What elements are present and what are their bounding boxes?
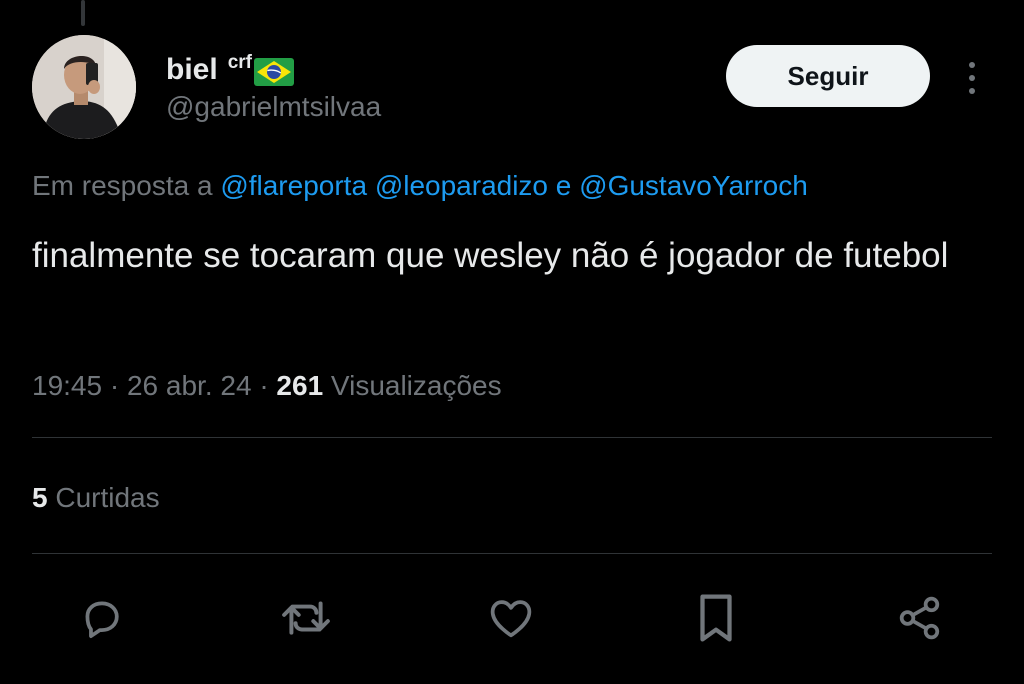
reply-button[interactable] (72, 588, 132, 648)
reply-context: Em resposta a @flareporta @leoparadizo e… (32, 168, 808, 204)
tweet-time[interactable]: 19:45 (32, 370, 102, 401)
more-vertical-icon (969, 62, 975, 94)
likes-label: Curtidas (55, 482, 160, 513)
likes-count: 5 (32, 482, 48, 513)
meta-separator: · (259, 370, 269, 401)
bookmark-icon (700, 594, 732, 642)
bookmark-button[interactable] (686, 588, 746, 648)
reply-prefix: Em resposta a (32, 170, 213, 201)
share-icon (899, 596, 940, 640)
follow-button[interactable]: Seguir (726, 45, 930, 107)
user-name-row: biel crf (166, 52, 294, 88)
heart-icon (490, 600, 532, 638)
user-handle[interactable]: @gabrielmtsilvaa (166, 90, 381, 124)
views-label: Visualizações (330, 370, 502, 401)
thread-connector-line (81, 0, 85, 26)
like-button[interactable] (481, 588, 541, 648)
retweet-icon (282, 601, 330, 635)
more-options-button[interactable] (958, 58, 986, 98)
tweet-meta: 19:45 · 26 abr. 24 · 261 Visualizações (32, 366, 502, 406)
tweet-text: finalmente se tocaram que wesley não é j… (32, 236, 949, 275)
share-button[interactable] (890, 588, 950, 648)
divider (32, 553, 992, 554)
tweet-date[interactable]: 26 abr. 24 (127, 370, 252, 401)
views-count: 261 (276, 370, 324, 401)
avatar-image (32, 35, 136, 139)
likes-stat[interactable]: 5 Curtidas (32, 478, 160, 518)
reply-conjunction: e (555, 170, 572, 201)
display-name[interactable]: biel (166, 52, 218, 88)
mention-link[interactable]: @GustavoYarroch (579, 170, 808, 201)
divider (32, 437, 992, 438)
mention-link[interactable]: @leoparadizo (375, 170, 548, 201)
tweet-actions-bar (0, 588, 1024, 648)
reply-icon (85, 601, 119, 638)
display-name-suffix: crf (227, 52, 252, 73)
meta-separator: · (109, 370, 120, 401)
brazil-flag-icon (253, 58, 294, 86)
mention-link[interactable]: @flareporta (220, 170, 367, 201)
retweet-button[interactable] (276, 588, 336, 648)
avatar[interactable] (32, 35, 136, 139)
